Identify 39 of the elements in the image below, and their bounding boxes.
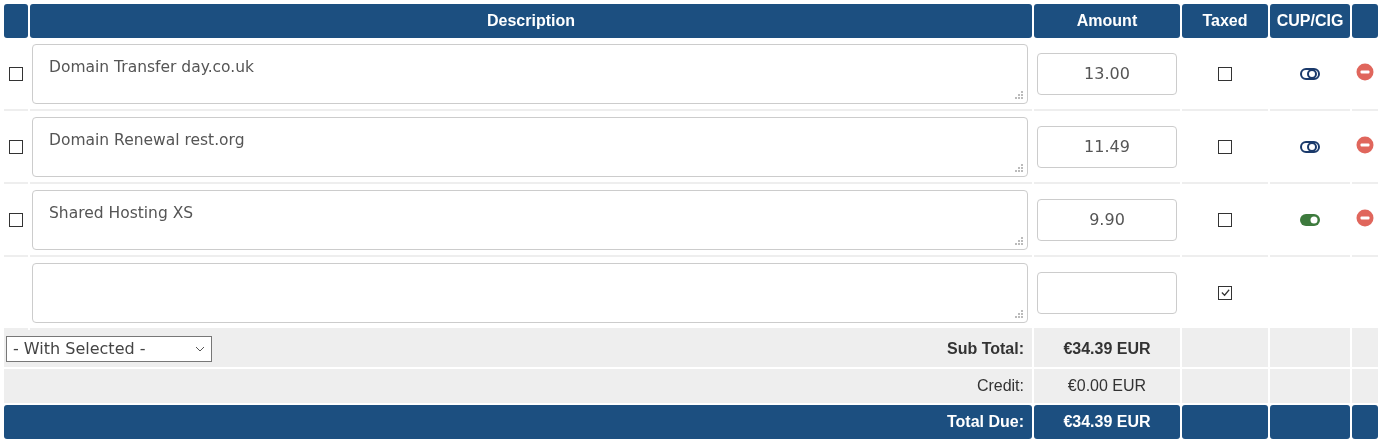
taxed-checkbox[interactable] [1218,140,1232,155]
column-header: Description [30,4,1032,38]
amount-field[interactable]: 11.49 [1037,125,1177,168]
total-value: €34.39 EUR [1034,330,1180,369]
caret-icon [195,345,205,352]
with-selected-dropdown[interactable]: - With Selected - [6,335,212,362]
column-header: Amount [1034,4,1180,38]
remove-icon[interactable] [1356,208,1374,227]
row-checkbox[interactable] [9,140,23,155]
amount-field[interactable]: 9.90 [1037,198,1177,241]
description-field[interactable]: Domain Transfer day.co.uk [32,43,1028,104]
resize-grip-icon[interactable] [1014,89,1024,100]
toggle-switch[interactable] [1300,214,1320,227]
resize-grip-icon[interactable] [1014,162,1024,173]
total-value: €0.00 EUR [1034,369,1180,405]
description-field[interactable]: Domain Renewal rest.org [32,116,1028,177]
toggle-switch[interactable] [1300,141,1320,154]
resize-grip-icon[interactable] [1014,235,1024,246]
column-header: Taxed [1182,4,1268,38]
header-cell [1352,4,1378,38]
total-label: Sub Total: [946,339,1024,358]
row-checkbox[interactable] [9,213,23,228]
total-value: €34.39 EUR [1034,405,1180,439]
column-header: CUP/CIG [1270,4,1350,38]
header-cell [4,4,28,38]
taxed-checkbox[interactable] [1218,286,1232,301]
total-label: Total Due: [946,413,1024,431]
remove-icon[interactable] [1356,62,1374,81]
toggle-switch[interactable] [1300,68,1320,81]
amount-field[interactable]: 13.00 [1037,52,1177,95]
description-field[interactable] [32,262,1028,323]
description-field[interactable]: Shared Hosting XS [32,189,1028,250]
row-checkbox[interactable] [9,67,23,82]
taxed-checkbox[interactable] [1218,67,1232,82]
taxed-checkbox[interactable] [1218,213,1232,228]
amount-field[interactable] [1037,271,1177,314]
total-label: Credit: [976,377,1024,395]
remove-icon[interactable] [1356,135,1374,154]
resize-grip-icon[interactable] [1014,308,1024,319]
